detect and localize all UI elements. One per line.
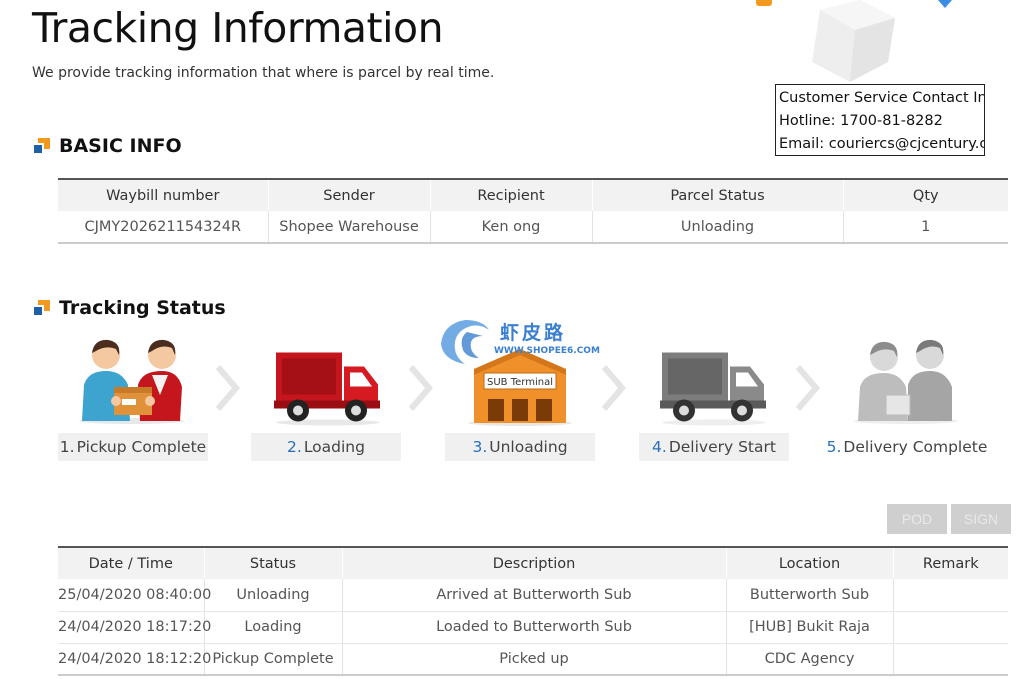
page-subtitle: We provide tracking information that whe… <box>32 65 495 81</box>
delivery-complete-icon <box>854 339 958 424</box>
basic-info-title: BASIC INFO <box>59 135 182 157</box>
history-location: CDC Agency <box>726 643 894 676</box>
qty: 1 <box>843 211 1008 244</box>
page-title: Tracking Information <box>32 4 444 52</box>
step-number: 4. <box>652 438 667 456</box>
history-description: Loaded to Butterworth Sub <box>342 611 727 644</box>
step-label-loading: 2. Loading <box>251 433 401 461</box>
pickup-handover-icon <box>80 339 184 424</box>
column-header-remark: Remark <box>893 546 1008 579</box>
step-text: Delivery Start <box>668 438 776 456</box>
watermark-text: 虾皮路 <box>500 322 567 344</box>
step-number: 5. <box>826 438 842 456</box>
tracking-history-table: Date / Time Status Description Location … <box>58 546 1008 676</box>
column-header-description: Description <box>342 546 727 579</box>
history-status: Pickup Complete <box>204 643 343 676</box>
column-header-location: Location <box>726 546 894 579</box>
red-truck-icon <box>274 352 380 426</box>
table-row: CJMY202621154324R Shopee Warehouse Ken o… <box>58 211 1008 244</box>
gray-truck-icon <box>660 352 766 426</box>
history-remark <box>893 643 1008 676</box>
step-number: 1. <box>59 438 75 456</box>
column-header-qty: Qty <box>843 178 1008 211</box>
watermark-subtext: WWW.SHOPEE6.COM <box>494 346 600 356</box>
history-date-time: 24/04/2020 18:17:20 <box>58 611 211 644</box>
history-remark <box>893 579 1008 612</box>
step-text: Unloading <box>489 438 568 456</box>
history-status: Loading <box>204 611 343 644</box>
step-number: 3. <box>472 438 488 456</box>
section-square-icon <box>32 137 50 155</box>
column-header-date-time: Date / Time <box>58 546 205 579</box>
table-row: 24/04/2020 18:12:20 Pickup Complete Pick… <box>58 643 1008 676</box>
history-status: Unloading <box>204 579 343 612</box>
step-text: Pickup Complete <box>76 438 207 456</box>
step-label-pickup-complete: 1. Pickup Complete <box>58 433 208 461</box>
contact-email: Email: couriercs@cjcentury.com <box>779 136 984 152</box>
tracking-status-heading: Tracking Status <box>32 297 226 319</box>
pod-button[interactable]: POD <box>887 504 947 534</box>
column-header-sender: Sender <box>268 178 431 211</box>
section-square-icon <box>32 299 50 317</box>
waybill-number: CJMY202621154324R <box>58 211 269 244</box>
decorative-orange-shape <box>756 0 772 6</box>
step-arrow-icon <box>408 365 433 411</box>
step-label-delivery-complete: 5. Delivery Complete <box>827 433 987 461</box>
history-location: Butterworth Sub <box>726 579 894 612</box>
history-description: Picked up <box>342 643 727 676</box>
basic-info-heading: BASIC INFO <box>32 135 182 157</box>
column-header-waybill: Waybill number <box>58 178 269 211</box>
step-label-delivery-start: 4. Delivery Start <box>639 433 789 461</box>
customer-service-contact-box: Customer Service Contact Info Hotline: 1… <box>775 84 985 156</box>
terminal-sign-text: SUB Terminal <box>487 377 553 388</box>
table-row: 24/04/2020 18:17:20 Loading Loaded to Bu… <box>58 611 1008 644</box>
sign-button[interactable]: SIGN <box>951 504 1011 534</box>
table-header-row: Waybill number Sender Recipient Parcel S… <box>58 178 1008 211</box>
column-header-status: Status <box>204 546 343 579</box>
table-header-row: Date / Time Status Description Location … <box>58 546 1008 579</box>
step-text: Delivery Complete <box>843 438 988 456</box>
step-text: Loading <box>303 438 365 456</box>
decorative-cube-graphic <box>812 0 895 82</box>
parcel-status: Unloading <box>592 211 844 244</box>
recipient: Ken ong <box>430 211 593 244</box>
history-description: Arrived at Butterworth Sub <box>342 579 727 612</box>
sender: Shopee Warehouse <box>268 211 431 244</box>
step-arrow-icon <box>601 365 626 411</box>
history-remark <box>893 611 1008 644</box>
decorative-blue-shape <box>938 0 952 8</box>
history-date-time: 24/04/2020 18:12:20 <box>58 643 211 676</box>
contact-title: Customer Service Contact Info <box>779 90 985 106</box>
history-location: [HUB] Bukit Raja <box>726 611 894 644</box>
step-label-unloading: 3. Unloading <box>445 433 595 461</box>
step-arrow-icon <box>795 365 820 411</box>
column-header-recipient: Recipient <box>430 178 593 211</box>
table-row: 25/04/2020 08:40:00 Unloading Arrived at… <box>58 579 1008 612</box>
basic-info-table: Waybill number Sender Recipient Parcel S… <box>58 178 1008 244</box>
tracking-status-title: Tracking Status <box>59 297 226 319</box>
contact-hotline: Hotline: 1700-81-8282 <box>779 113 943 129</box>
step-arrow-icon <box>215 365 240 411</box>
column-header-parcel-status: Parcel Status <box>592 178 844 211</box>
step-number: 2. <box>287 438 302 456</box>
history-date-time: 25/04/2020 08:40:00 <box>58 579 211 612</box>
